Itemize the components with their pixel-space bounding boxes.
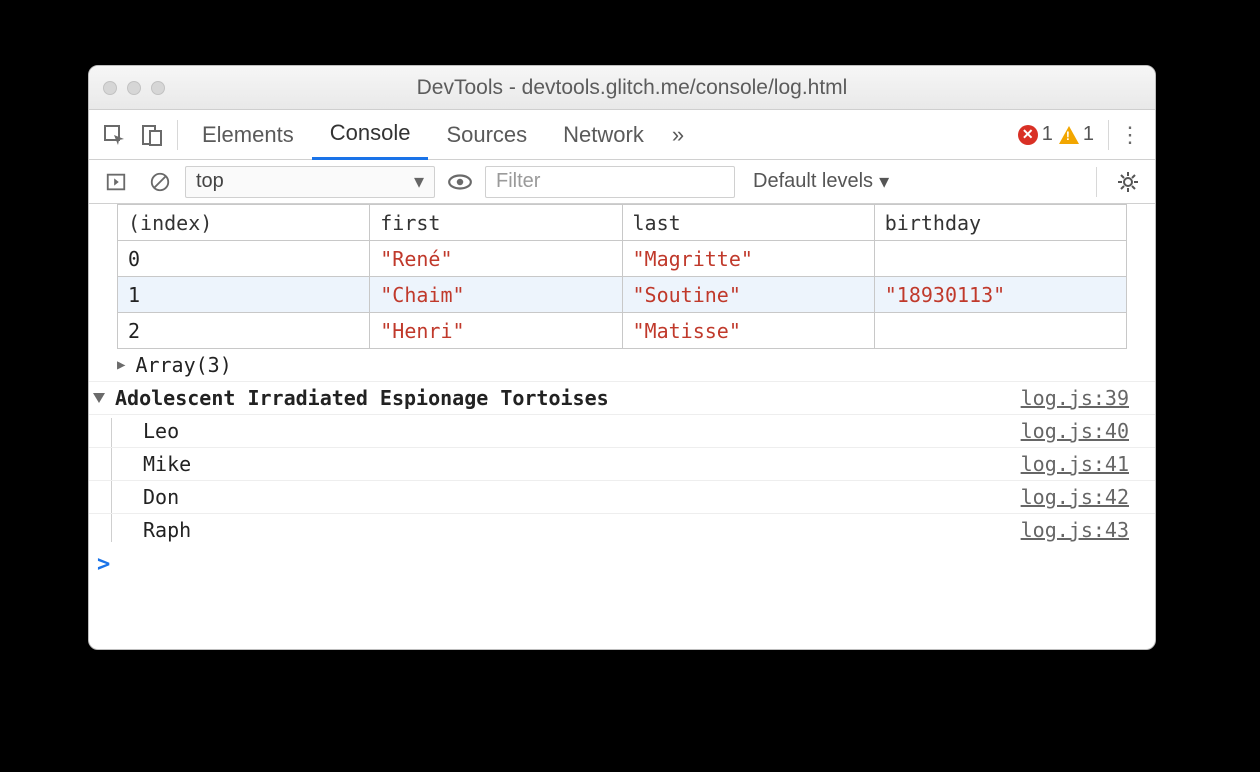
- devtools-window: DevTools - devtools.glitch.me/console/lo…: [88, 65, 1156, 650]
- log-row[interactable]: Raph log.js:43: [89, 513, 1155, 546]
- error-count: 1: [1042, 123, 1053, 146]
- tab-elements[interactable]: Elements: [184, 110, 312, 160]
- table-row[interactable]: 1 "Chaim" "Soutine" "18930113": [118, 277, 1127, 313]
- levels-label: Default levels: [753, 170, 873, 193]
- warning-count: 1: [1083, 123, 1094, 146]
- console-prompt[interactable]: >: [89, 546, 1155, 577]
- context-label: top: [196, 170, 224, 193]
- log-levels-selector[interactable]: Default levels ▾: [753, 169, 889, 194]
- divider: [177, 120, 178, 150]
- source-link[interactable]: log.js:40: [1021, 419, 1129, 443]
- th-first[interactable]: first: [370, 205, 622, 241]
- console-output: (index) first last birthday 0 "René" "Ma…: [89, 204, 1155, 649]
- titlebar: DevTools - devtools.glitch.me/console/lo…: [89, 66, 1155, 110]
- table-row[interactable]: 2 "Henri" "Matisse": [118, 313, 1127, 349]
- chevron-down-icon: ▾: [414, 169, 424, 194]
- tab-console[interactable]: Console: [312, 110, 429, 160]
- group-title: Adolescent Irradiated Espionage Tortoise…: [115, 386, 1021, 410]
- device-toggle-icon[interactable]: [133, 116, 171, 154]
- window-title: DevTools - devtools.glitch.me/console/lo…: [123, 76, 1141, 100]
- warning-icon: [1059, 126, 1079, 144]
- filter-input[interactable]: [485, 166, 735, 198]
- live-expression-icon[interactable]: [441, 163, 479, 201]
- clear-console-icon[interactable]: [141, 163, 179, 201]
- log-row[interactable]: Don log.js:42: [89, 480, 1155, 513]
- tab-network[interactable]: Network: [545, 110, 662, 160]
- table-row[interactable]: 0 "René" "Magritte": [118, 241, 1127, 277]
- expand-triangle-icon[interactable]: ▶: [117, 357, 125, 373]
- array-summary[interactable]: ▶ Array(3): [117, 349, 1155, 381]
- divider: [1096, 167, 1097, 197]
- settings-gear-icon[interactable]: [1109, 163, 1147, 201]
- collapse-triangle-icon[interactable]: [93, 393, 105, 403]
- inspect-icon[interactable]: [95, 116, 133, 154]
- log-row[interactable]: Leo log.js:40: [89, 414, 1155, 447]
- error-icon: ✕: [1018, 125, 1038, 145]
- th-birthday[interactable]: birthday: [874, 205, 1126, 241]
- console-toolbar: top ▾ Default levels ▾: [89, 160, 1155, 204]
- source-link[interactable]: log.js:42: [1021, 485, 1129, 509]
- th-last[interactable]: last: [622, 205, 874, 241]
- tab-sources[interactable]: Sources: [428, 110, 545, 160]
- console-sidebar-toggle-icon[interactable]: [97, 163, 135, 201]
- more-menu-icon[interactable]: ⋮: [1115, 122, 1145, 148]
- main-tabs: Elements Console Sources Network » ✕ 1 1…: [89, 110, 1155, 160]
- context-selector[interactable]: top ▾: [185, 166, 435, 198]
- tabs-overflow[interactable]: »: [662, 110, 694, 160]
- status-badges[interactable]: ✕ 1 1: [1018, 123, 1094, 146]
- console-group-header[interactable]: Adolescent Irradiated Espionage Tortoise…: [89, 381, 1155, 414]
- source-link[interactable]: log.js:39: [1021, 386, 1129, 410]
- log-row[interactable]: Mike log.js:41: [89, 447, 1155, 480]
- source-link[interactable]: log.js:41: [1021, 452, 1129, 476]
- divider: [1108, 120, 1109, 150]
- console-group-body: Leo log.js:40 Mike log.js:41 Don log.js:…: [89, 414, 1155, 546]
- source-link[interactable]: log.js:43: [1021, 518, 1129, 542]
- console-table: (index) first last birthday 0 "René" "Ma…: [117, 204, 1127, 349]
- th-index[interactable]: (index): [118, 205, 370, 241]
- chevron-down-icon: ▾: [879, 169, 889, 194]
- close-dot[interactable]: [103, 81, 117, 95]
